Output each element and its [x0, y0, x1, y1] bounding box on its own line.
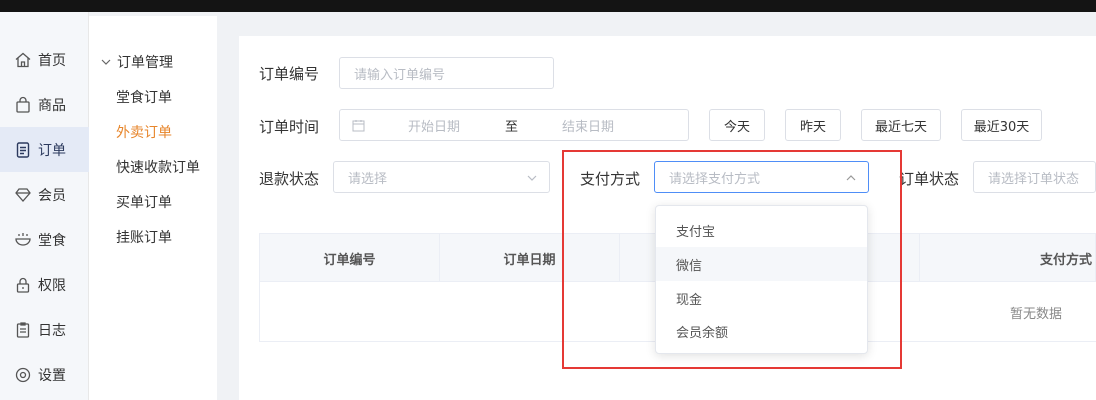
start-date-input[interactable]: 开始日期 — [408, 116, 460, 135]
subnav-item-bill-orders[interactable]: 买单订单 — [116, 192, 172, 212]
order-no-label: 订单编号 — [259, 65, 320, 83]
sidebar-item-logs[interactable]: 日志 — [0, 307, 89, 352]
diamond-icon — [14, 186, 32, 204]
calendar-icon — [352, 119, 365, 131]
chevron-up-icon — [846, 175, 856, 181]
sidebar-item-settings[interactable]: 设置 — [0, 352, 89, 397]
gear-icon — [14, 366, 32, 384]
sidebar-item-orders[interactable]: 订单 — [0, 127, 89, 172]
sidebar-item-permissions[interactable]: 权限 — [0, 262, 89, 307]
date-separator: 至 — [505, 119, 519, 135]
bag-icon — [14, 96, 32, 114]
refund-status-placeholder: 请选择 — [348, 171, 388, 187]
payment-method-select[interactable]: 请选择支付方式 — [654, 161, 869, 193]
sidebar-item-label: 首页 — [38, 52, 66, 69]
document-icon — [14, 141, 32, 159]
column-header-payment-method[interactable]: 支付方式 — [920, 234, 1096, 282]
sidebar-item-label: 订单 — [38, 142, 66, 159]
subnav-item-credit-orders[interactable]: 挂账订单 — [116, 227, 172, 247]
payment-method-dropdown: 支付宝 微信 现金 会员余额 — [655, 205, 868, 354]
dropdown-option-wechat[interactable]: 微信 — [656, 247, 867, 281]
column-header-payment-label: 支付方式 — [1040, 252, 1093, 268]
payment-method-placeholder: 请选择支付方式 — [669, 171, 761, 187]
sidebar-item-home[interactable]: 首页 — [0, 37, 89, 82]
refund-status-label: 退款状态 — [259, 170, 320, 188]
sidebar: 首页 商品 订单 会员 堂食 权限 日志 设置 — [0, 12, 89, 400]
bowl-icon — [14, 231, 32, 249]
last-30-days-button[interactable]: 最近30天 — [961, 109, 1042, 141]
sidebar-item-label: 商品 — [38, 97, 66, 114]
today-button[interactable]: 今天 — [709, 109, 765, 141]
sidebar-item-dine-in[interactable]: 堂食 — [0, 217, 89, 262]
home-icon — [14, 51, 32, 69]
subnav-group-order-management[interactable]: 订单管理 — [101, 52, 173, 72]
sidebar-item-goods[interactable]: 商品 — [0, 82, 89, 127]
order-no-input[interactable]: 请输入订单编号 — [339, 57, 554, 89]
subnav-item-dine-in-orders[interactable]: 堂食订单 — [116, 87, 172, 107]
dropdown-option-alipay[interactable]: 支付宝 — [656, 213, 867, 247]
chevron-down-icon — [527, 175, 537, 181]
sidebar-item-label: 权限 — [38, 277, 66, 294]
order-time-label: 订单时间 — [259, 118, 320, 136]
subnav-item-delivery-orders[interactable]: 外卖订单 — [116, 122, 172, 142]
sidebar-item-members[interactable]: 会员 — [0, 172, 89, 217]
empty-state-text: 暂无数据 — [1010, 307, 1063, 322]
subnav-title: 订单管理 — [117, 55, 173, 71]
sidebar-item-label: 堂食 — [38, 232, 66, 249]
date-range-picker[interactable]: 开始日期 至 结束日期 — [339, 109, 689, 141]
column-header-order-no[interactable]: 订单编号 — [260, 234, 440, 282]
top-bar — [0, 0, 1096, 12]
lock-icon — [14, 276, 32, 294]
clipboard-icon — [14, 321, 32, 339]
yesterday-button[interactable]: 昨天 — [785, 109, 841, 141]
sidebar-item-label: 设置 — [38, 367, 66, 384]
last-seven-days-button[interactable]: 最近七天 — [861, 109, 941, 141]
column-header-order-date[interactable]: 订单日期 — [440, 234, 620, 282]
sidebar-item-label: 日志 — [38, 322, 66, 339]
chevron-down-icon — [101, 59, 111, 65]
end-date-input[interactable]: 结束日期 — [562, 116, 614, 135]
dropdown-option-cash[interactable]: 现金 — [656, 281, 867, 315]
refund-status-select[interactable]: 请选择 — [333, 161, 550, 193]
sidebar-item-label: 会员 — [38, 187, 66, 204]
order-status-label: 订单状态 — [899, 170, 960, 188]
dropdown-option-member-balance[interactable]: 会员余额 — [656, 314, 867, 348]
payment-method-label: 支付方式 — [580, 170, 641, 188]
sub-navigation: 订单管理 堂食订单 外卖订单 快速收款订单 买单订单 挂账订单 — [89, 16, 217, 400]
order-status-select[interactable]: 请选择订单状态 — [973, 161, 1096, 193]
subnav-item-quick-pay-orders[interactable]: 快速收款订单 — [116, 157, 200, 177]
